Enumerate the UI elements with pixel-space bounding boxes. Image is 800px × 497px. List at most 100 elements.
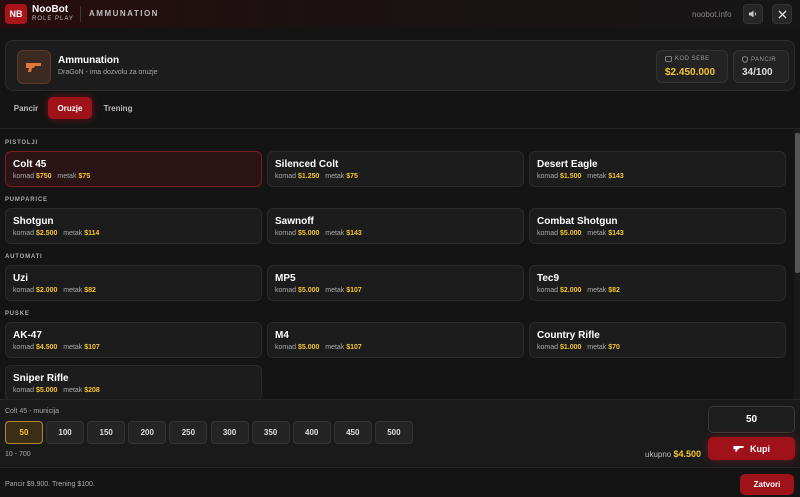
piece-label: komad: [13, 387, 35, 394]
piece-label: komad: [13, 230, 35, 237]
scrollbar-thumb[interactable]: [795, 133, 800, 273]
ammo-price: $70: [608, 344, 620, 351]
weapon-name: AK-47: [13, 330, 42, 341]
buy-label: Kupi: [750, 443, 770, 454]
ammo-price-label: metak: [63, 287, 83, 294]
piece-label: komad: [275, 344, 297, 351]
sound-button[interactable]: [743, 4, 763, 24]
section-label: PUMPARICE: [5, 197, 48, 203]
total: ukupno $4.500: [645, 449, 701, 459]
total-value: $4.500: [673, 449, 702, 459]
buy-button[interactable]: Kupi: [708, 437, 795, 460]
gun-icon: [17, 50, 51, 84]
weapon-card[interactable]: Shotgun komad $2.500 metak $114: [5, 208, 262, 244]
weapon-card[interactable]: Colt 45 komad $750 metak $75: [5, 151, 262, 187]
tab-pancir[interactable]: Pancir: [5, 97, 47, 119]
piece-label: komad: [537, 230, 559, 237]
piece-label: komad: [13, 173, 35, 180]
weapon-name: Shotgun: [13, 216, 54, 227]
weapon-card[interactable]: Sniper Rifle komad $5.000 metak $208: [5, 365, 262, 401]
weapon-name: Sawnoff: [275, 216, 314, 227]
weapon-name: Country Rifle: [537, 330, 600, 341]
weapon-card[interactable]: Uzi komad $2.000 metak $82: [5, 265, 262, 301]
close-button[interactable]: Zatvori: [740, 474, 794, 495]
money-label: KOD SEBE: [675, 56, 710, 62]
weapon-card[interactable]: Silenced Colt komad $1.250 metak $75: [267, 151, 524, 187]
ammo-price: $143: [608, 173, 624, 180]
ammo-price-label: metak: [325, 230, 345, 237]
ammo-price-label: metak: [587, 230, 607, 237]
brand-subtitle: ROLE PLAY: [32, 16, 74, 22]
weapon-prices: komad $4.500 metak $107: [13, 344, 100, 351]
weapon-prices: komad $1.000 metak $70: [537, 344, 620, 351]
ammo-price: $107: [346, 344, 362, 351]
ammo-option-button[interactable]: 200: [128, 421, 167, 444]
shield-icon: [742, 56, 748, 63]
piece-price: $2.000: [559, 287, 582, 294]
piece-price: $2.500: [35, 230, 58, 237]
piece-label: komad: [13, 287, 35, 294]
weapon-prices: komad $2.500 metak $114: [13, 230, 99, 237]
weapon-prices: komad $5.000 metak $143: [537, 230, 624, 237]
weapon-card[interactable]: M4 komad $5.000 metak $107: [267, 322, 524, 358]
weapon-card[interactable]: AK-47 komad $4.500 metak $107: [5, 322, 262, 358]
weapon-name: Tec9: [537, 273, 560, 284]
ammo-option-button[interactable]: 500: [374, 421, 413, 444]
tab-oruzje[interactable]: Oruzje: [48, 97, 92, 119]
gun-icon: [733, 446, 744, 452]
ammo-price: $82: [84, 287, 96, 294]
piece-label: komad: [537, 287, 559, 294]
quantity-input[interactable]: 50: [708, 406, 795, 433]
ammo-price: $114: [84, 230, 100, 237]
ammo-option-button[interactable]: 400: [292, 421, 331, 444]
piece-price: $1.500: [559, 173, 582, 180]
ammo-option-button[interactable]: 300: [210, 421, 249, 444]
ammo-price: $75: [346, 173, 358, 180]
ammo-option-button[interactable]: 250: [169, 421, 208, 444]
footer: [0, 467, 800, 497]
weapon-prices: komad $750 metak $75: [13, 173, 90, 180]
top-bar: NB NooBot ROLE PLAY AMMUNATION noobot.in…: [0, 0, 800, 28]
ammo-option-button[interactable]: 50: [5, 421, 43, 444]
speaker-icon: [749, 10, 757, 18]
weapon-name: Uzi: [13, 273, 28, 284]
weapon-card[interactable]: Tec9 komad $2.000 metak $82: [529, 265, 786, 301]
weapon-name: Combat Shotgun: [537, 216, 618, 227]
piece-label: komad: [13, 344, 35, 351]
weapon-name: M4: [275, 330, 289, 341]
weapon-prices: komad $1.250 metak $75: [275, 173, 358, 180]
shop-title: Ammunation: [58, 55, 120, 66]
weapon-card[interactable]: Country Rifle komad $1.000 metak $70: [529, 322, 786, 358]
armor-box: PANCIR 34/100: [733, 50, 789, 83]
piece-price: $5.000: [297, 287, 320, 294]
shop-header: Ammunation DraGoN - ima dozvolu za oruzj…: [5, 40, 795, 91]
ammo-price-label: metak: [587, 287, 607, 294]
weapon-prices: komad $2.000 metak $82: [13, 287, 96, 294]
tab-trening[interactable]: Trening: [96, 97, 140, 119]
piece-label: komad: [275, 230, 297, 237]
ammo-price: $208: [84, 387, 100, 394]
piece-price: $5.000: [297, 344, 320, 351]
ammo-option-button[interactable]: 450: [333, 421, 372, 444]
ammo-option-button[interactable]: 350: [251, 421, 290, 444]
close-window-button[interactable]: [772, 4, 792, 24]
ammo-price: $82: [608, 287, 620, 294]
weapon-card[interactable]: Combat Shotgun komad $5.000 metak $143: [529, 208, 786, 244]
weapon-name: Desert Eagle: [537, 159, 598, 170]
section-label: PISTOLJI: [5, 140, 38, 146]
weapon-card[interactable]: Desert Eagle komad $1.500 metak $143: [529, 151, 786, 187]
weapon-name: Colt 45: [13, 159, 47, 170]
brand-name: NooBot: [32, 4, 69, 15]
piece-price: $5.000: [559, 230, 582, 237]
ammo-option-button[interactable]: 150: [87, 421, 126, 444]
weapon-prices: komad $5.000 metak $107: [275, 344, 362, 351]
logo-badge: NB: [5, 4, 27, 24]
weapon-card[interactable]: Sawnoff komad $5.000 metak $143: [267, 208, 524, 244]
weapon-card[interactable]: MP5 komad $5.000 metak $107: [267, 265, 524, 301]
ammo-price-label: metak: [325, 344, 345, 351]
brand: NooBot ROLE PLAY: [32, 4, 74, 23]
piece-label: komad: [275, 173, 297, 180]
piece-price: $2.000: [35, 287, 58, 294]
ammo-price: $143: [346, 230, 362, 237]
ammo-option-button[interactable]: 100: [46, 421, 85, 444]
